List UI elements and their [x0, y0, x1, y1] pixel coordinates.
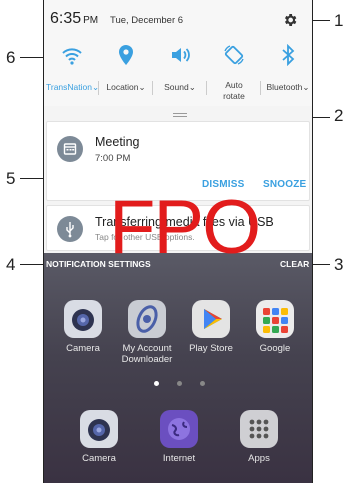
qs-sound[interactable]: Sound⌄: [154, 36, 206, 106]
app-my-account-downloader[interactable]: My Account Downloader: [114, 300, 180, 365]
qs-separator: [98, 81, 99, 95]
bluetooth-icon: [282, 44, 295, 66]
meeting-time: 7:00 PM: [95, 153, 131, 164]
camera-icon: [64, 300, 102, 338]
callout-line-5: [20, 178, 44, 179]
clock: 6:35 PM: [50, 10, 99, 27]
camera-icon: [80, 410, 118, 448]
fpo-watermark: FPO: [109, 185, 261, 270]
qs-label-location: Location⌄: [106, 82, 146, 92]
callout-6: 6: [6, 48, 16, 67]
phone-screen: 6:35 PM Tue, December 6 TransNation⌄ Loca…: [43, 0, 313, 483]
callout-5: 5: [6, 169, 16, 188]
page-dot-active: [154, 381, 159, 386]
auto-rotate-icon: [224, 45, 244, 65]
app-camera[interactable]: Camera: [50, 300, 116, 354]
page-dot: [177, 381, 182, 386]
wifi-icon: [62, 48, 82, 65]
dock-camera[interactable]: Camera: [66, 410, 132, 464]
panel-drag-handle[interactable]: [173, 113, 187, 117]
app-google-folder[interactable]: Google: [242, 300, 308, 354]
downloader-icon: [128, 300, 166, 338]
usb-icon: [57, 216, 83, 242]
qs-auto-rotate[interactable]: Auto rotate: [208, 36, 260, 106]
dock-internet[interactable]: Internet: [146, 410, 212, 464]
apps-grid-icon: [240, 410, 278, 448]
callout-line-4: [20, 264, 44, 265]
qs-separator: [260, 81, 261, 95]
internet-icon: [160, 410, 198, 448]
app-play-store[interactable]: Play Store: [178, 300, 244, 354]
callout-1: 1: [334, 11, 344, 30]
gear-icon[interactable]: [282, 12, 298, 28]
sound-icon: [172, 48, 190, 62]
page-dot: [200, 381, 205, 386]
callout-4: 4: [6, 255, 16, 274]
location-icon: [119, 45, 133, 65]
play-store-icon: [192, 300, 230, 338]
app-label: My Account Downloader: [121, 343, 173, 365]
qs-location[interactable]: Location⌄: [100, 36, 152, 106]
qs-label-bluetooth: Bluetooth⌄: [266, 82, 310, 92]
qs-separator: [152, 81, 153, 95]
callout-2: 2: [334, 106, 344, 125]
qs-bluetooth[interactable]: Bluetooth⌄: [262, 36, 312, 106]
meeting-title: Meeting: [95, 135, 140, 149]
qs-label-wifi: TransNation⌄: [46, 82, 100, 92]
app-label: Camera: [82, 453, 116, 464]
clear-button[interactable]: CLEAR: [280, 259, 309, 269]
calendar-icon: [57, 136, 83, 162]
app-label: Camera: [66, 343, 100, 354]
status-bar: 6:35 PM Tue, December 6: [44, 0, 312, 36]
google-folder-icon: [256, 300, 294, 338]
quick-settings-panel: TransNation⌄ Location⌄ Sound⌄ Auto rotat…: [44, 36, 312, 106]
qs-separator: [206, 81, 207, 95]
date-label: Tue, December 6: [110, 15, 184, 26]
callout-3: 3: [334, 255, 344, 274]
snooze-button[interactable]: SNOOZE: [263, 179, 306, 190]
app-label: Internet: [162, 453, 196, 464]
qs-wifi[interactable]: TransNation⌄: [46, 36, 100, 106]
app-label: Apps: [248, 453, 270, 464]
page-indicator: [154, 381, 214, 389]
callout-line-3: [310, 264, 330, 265]
dock-apps[interactable]: Apps: [226, 410, 292, 464]
app-label: Google: [259, 343, 291, 354]
home-screen: NOTIFICATION SETTINGS CLEAR Camera My Ac…: [44, 253, 312, 483]
qs-label-sound: Sound⌄: [164, 82, 196, 92]
qs-label-auto-rotate: Auto rotate: [223, 80, 245, 101]
app-label: Play Store: [189, 343, 233, 354]
